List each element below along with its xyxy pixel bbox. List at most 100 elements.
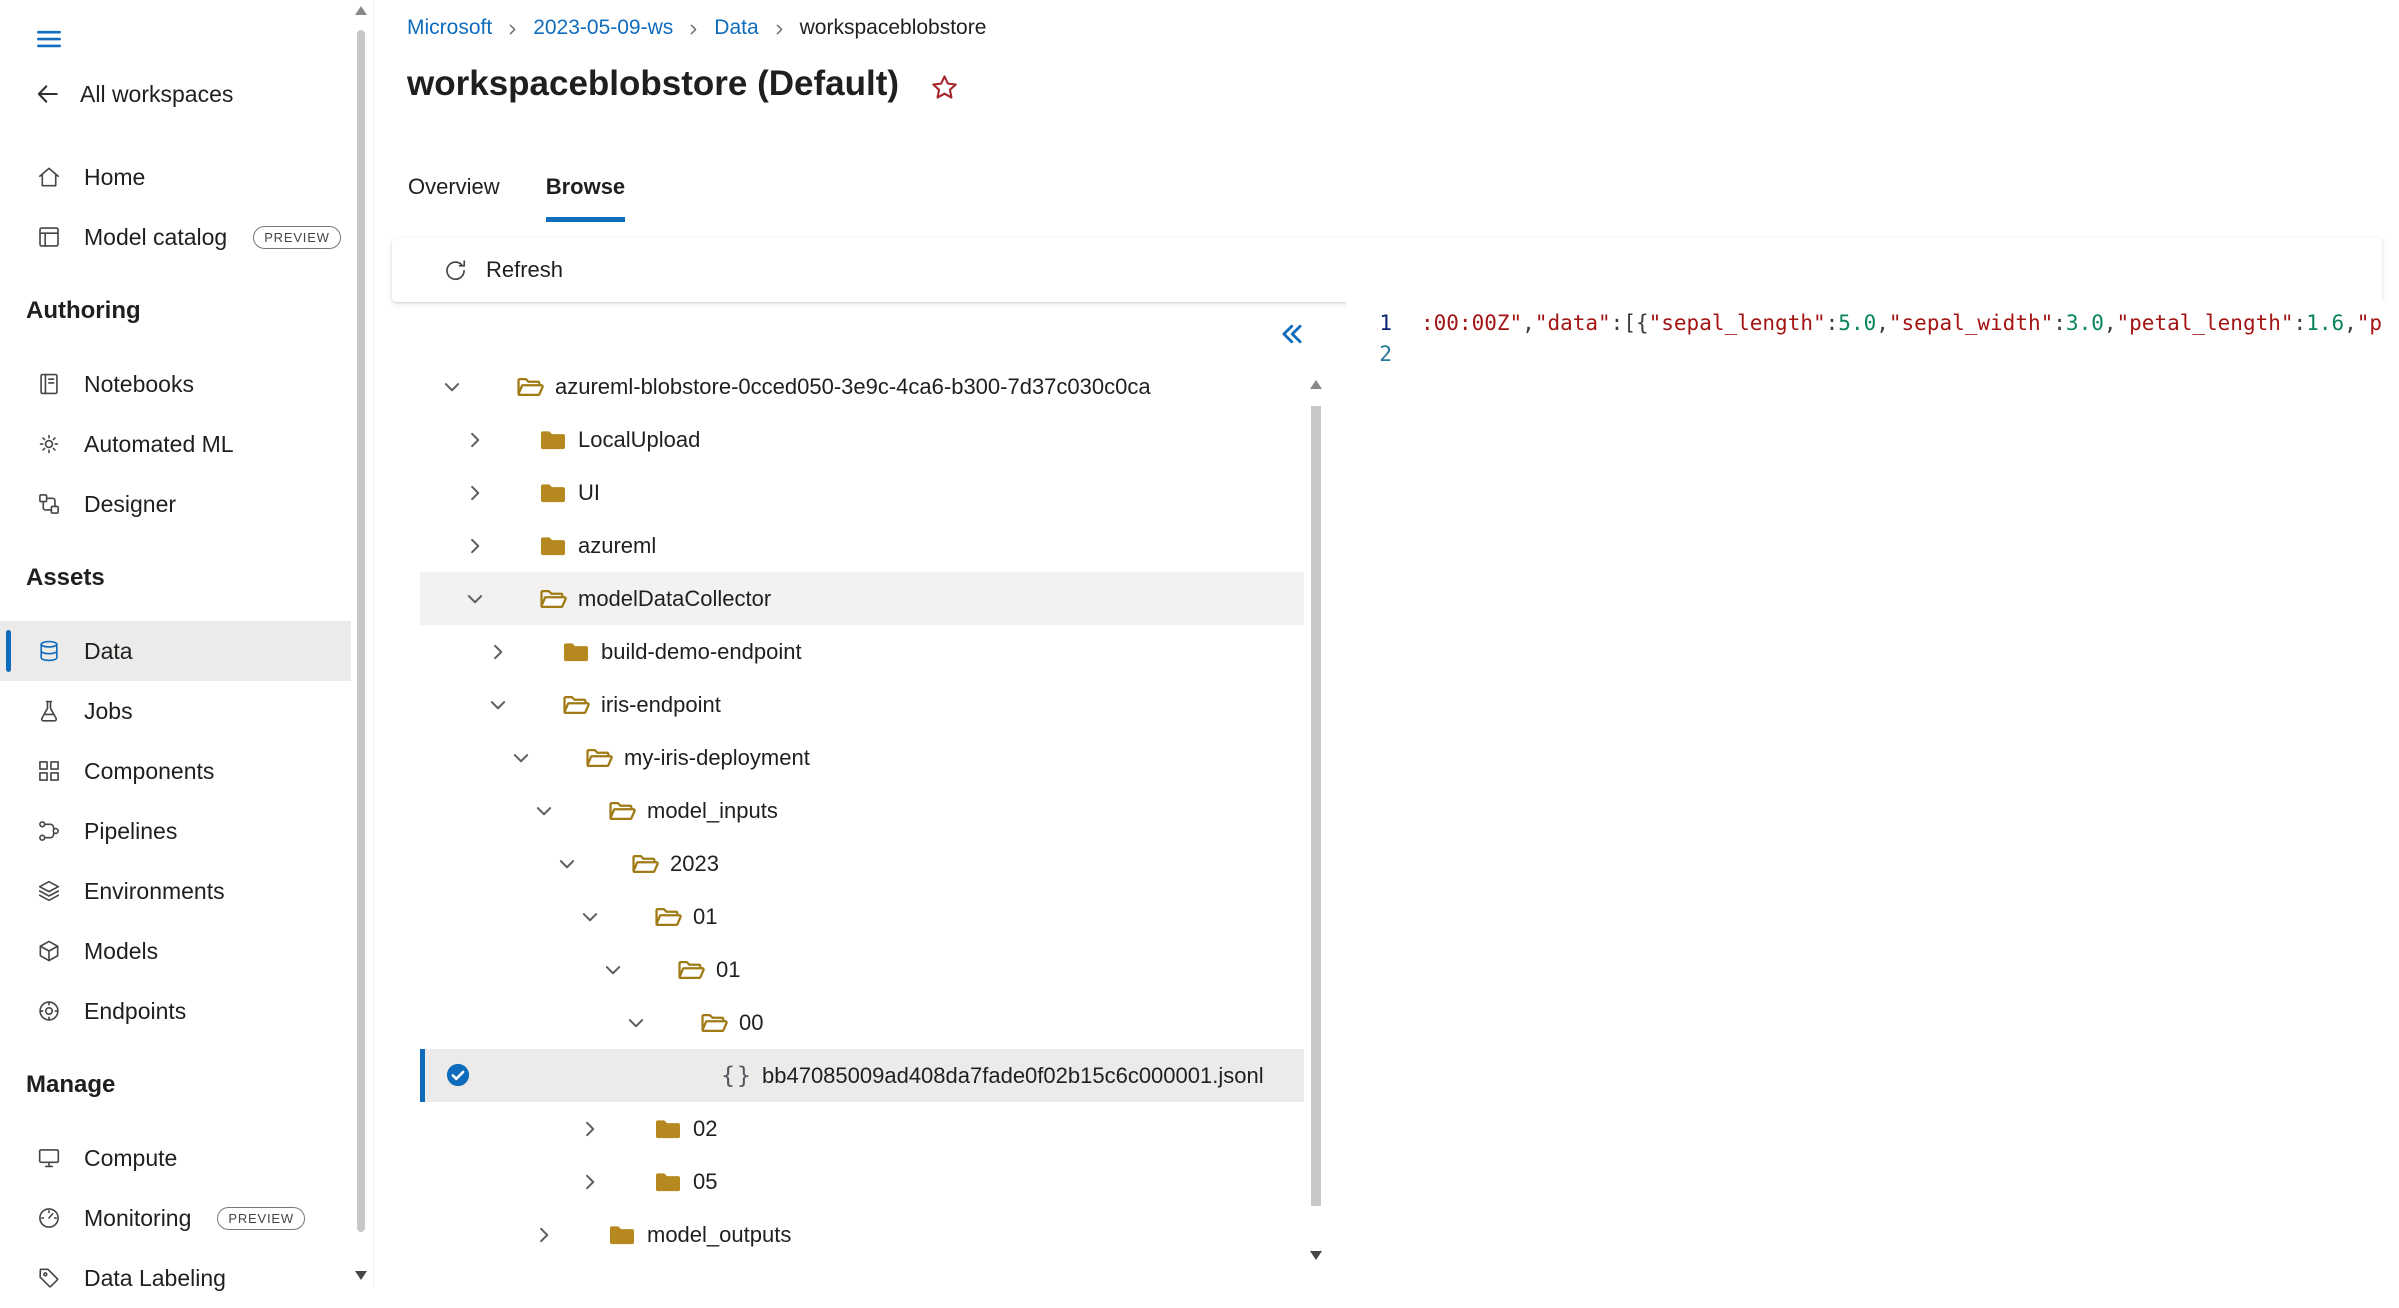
tree-node-2023[interactable]: 2023 bbox=[420, 837, 1304, 890]
components-icon bbox=[36, 758, 62, 784]
folder-icon-slot bbox=[674, 954, 708, 986]
sidebar-item-pipelines[interactable]: Pipelines bbox=[0, 801, 351, 861]
tree-expander[interactable] bbox=[600, 957, 630, 983]
tree-indent bbox=[420, 969, 600, 970]
hamburger-icon bbox=[34, 24, 64, 54]
breadcrumb-item-2023-05-09-ws[interactable]: 2023-05-09-ws bbox=[533, 16, 673, 40]
tree-expander[interactable] bbox=[531, 1222, 561, 1248]
scroll-up-arrow-icon[interactable] bbox=[1310, 380, 1322, 389]
tree-node-modeldatacollector[interactable]: modelDataCollector bbox=[420, 572, 1304, 625]
hamburger-menu-button[interactable] bbox=[34, 24, 64, 54]
sidebar-item-components[interactable]: Components bbox=[0, 741, 351, 801]
sidebar-item-data-labeling[interactable]: Data Labeling bbox=[0, 1248, 351, 1308]
tree-node-label: 01 bbox=[716, 957, 740, 983]
scroll-down-arrow-icon[interactable] bbox=[1310, 1251, 1322, 1260]
scrollbar-thumb[interactable] bbox=[1311, 406, 1321, 1206]
chevron-down-icon bbox=[485, 692, 511, 718]
sidebar-item-environments[interactable]: Environments bbox=[0, 861, 351, 921]
tree-node-label: modelDataCollector bbox=[578, 586, 771, 612]
tree-node-azureml[interactable]: azureml bbox=[420, 519, 1304, 572]
environments-icon bbox=[36, 878, 62, 904]
tree-expander[interactable] bbox=[577, 1116, 607, 1142]
collapse-panel-button[interactable] bbox=[1274, 316, 1310, 352]
tree-node-build-demo-endpoint[interactable]: build-demo-endpoint bbox=[420, 625, 1304, 678]
tree-node-localupload[interactable]: LocalUpload bbox=[420, 413, 1304, 466]
tree-expander[interactable] bbox=[462, 586, 492, 612]
folder-icon bbox=[537, 477, 569, 509]
back-arrow-icon bbox=[34, 80, 62, 108]
data-icon bbox=[36, 638, 62, 664]
tree-indent bbox=[420, 1234, 531, 1235]
tree-node-label: model_outputs bbox=[647, 1222, 791, 1248]
scroll-down-arrow-icon[interactable] bbox=[355, 1271, 367, 1280]
tree-node-model-inputs[interactable]: model_inputs bbox=[420, 784, 1304, 837]
tree-expander[interactable] bbox=[554, 851, 584, 877]
tree-expander[interactable] bbox=[462, 427, 492, 453]
sidebar-item-notebooks[interactable]: Notebooks bbox=[0, 354, 351, 414]
sidebar-item-model-catalog[interactable]: Model catalogPREVIEW bbox=[0, 207, 351, 267]
tree-node-model-outputs[interactable]: model_outputs bbox=[420, 1208, 1304, 1261]
chevron-right-icon bbox=[462, 427, 488, 453]
refresh-button[interactable]: Refresh bbox=[442, 257, 563, 284]
sidebar-item-compute[interactable]: Compute bbox=[0, 1128, 351, 1188]
tree-expander[interactable] bbox=[485, 639, 515, 665]
folder-open-icon bbox=[583, 742, 615, 774]
tree-node-01[interactable]: 01 bbox=[420, 890, 1304, 943]
tree-node-05[interactable]: 05 bbox=[420, 1155, 1304, 1208]
scroll-up-arrow-icon[interactable] bbox=[355, 6, 367, 15]
favorite-star-button[interactable] bbox=[929, 72, 960, 103]
endpoints-icon bbox=[36, 998, 62, 1024]
tree-node-label: build-demo-endpoint bbox=[601, 639, 802, 665]
tree-expander[interactable] bbox=[485, 692, 515, 718]
tree-expander[interactable] bbox=[462, 533, 492, 559]
tree-expander[interactable] bbox=[508, 745, 538, 771]
folder-icon-slot bbox=[559, 636, 593, 668]
tree-node-my-iris-deployment[interactable]: my-iris-deployment bbox=[420, 731, 1304, 784]
tab-browse[interactable]: Browse bbox=[546, 174, 625, 222]
sidebar-item-monitoring[interactable]: MonitoringPREVIEW bbox=[0, 1188, 351, 1248]
tree-node-02[interactable]: 02 bbox=[420, 1102, 1304, 1155]
breadcrumb-item-data[interactable]: Data bbox=[714, 16, 758, 40]
folder-icon-slot bbox=[536, 530, 570, 562]
sidebar-item-data[interactable]: Data bbox=[0, 621, 351, 681]
tree-expander[interactable] bbox=[577, 1169, 607, 1195]
sidebar-scrollbar[interactable] bbox=[354, 2, 368, 1286]
all-workspaces-link[interactable]: All workspaces bbox=[0, 65, 373, 123]
tree-indent bbox=[420, 863, 554, 864]
tree-expander[interactable] bbox=[439, 374, 469, 400]
tree-node-bb47085009ad408da7fade0f02b15c6c000001-jsonl[interactable]: {}bb47085009ad408da7fade0f02b15c6c000001… bbox=[420, 1049, 1304, 1102]
tree-node-iris-endpoint[interactable]: iris-endpoint bbox=[420, 678, 1304, 731]
tree-node-01[interactable]: 01 bbox=[420, 943, 1304, 996]
all-workspaces-label: All workspaces bbox=[80, 81, 233, 108]
sidebar-item-label: Model catalog bbox=[84, 224, 227, 251]
sidebar-item-models[interactable]: Models bbox=[0, 921, 351, 981]
chevron-down-icon bbox=[508, 745, 534, 771]
folder-icon-slot bbox=[536, 424, 570, 456]
sidebar-item-endpoints[interactable]: Endpoints bbox=[0, 981, 351, 1041]
tree-expander[interactable] bbox=[623, 1010, 653, 1036]
scrollbar-thumb[interactable] bbox=[357, 30, 365, 1232]
sidebar-item-automated-ml[interactable]: Automated ML bbox=[0, 414, 351, 474]
sidebar: All workspaces HomeModel catalogPREVIEW A… bbox=[0, 0, 374, 1288]
breadcrumb-item-microsoft[interactable]: Microsoft bbox=[407, 16, 492, 40]
tree-expander[interactable] bbox=[531, 798, 561, 824]
tree-indent bbox=[420, 598, 462, 599]
tree-node-ui[interactable]: UI bbox=[420, 466, 1304, 519]
tab-overview[interactable]: Overview bbox=[408, 174, 500, 222]
tree-expander[interactable] bbox=[462, 480, 492, 506]
sidebar-item-label: Automated ML bbox=[84, 431, 234, 458]
breadcrumb-chevron-icon bbox=[504, 21, 521, 38]
tree-node-00[interactable]: 00 bbox=[420, 996, 1304, 1049]
sidebar-item-designer[interactable]: Designer bbox=[0, 474, 351, 534]
collapse-double-chevron-left-icon bbox=[1274, 316, 1310, 352]
file-icon-slot: {} bbox=[720, 1063, 754, 1089]
tree-scrollbar[interactable] bbox=[1306, 380, 1326, 1260]
sidebar-item-label: Components bbox=[84, 758, 214, 785]
file-tree: azureml-blobstore-0cced050-3e9c-4ca6-b30… bbox=[420, 360, 1304, 1261]
code-token: , bbox=[1876, 311, 1889, 335]
sidebar-item-jobs[interactable]: Jobs bbox=[0, 681, 351, 741]
tree-expander[interactable] bbox=[577, 904, 607, 930]
sidebar-item-label: Designer bbox=[84, 491, 176, 518]
tree-node-azureml-blobstore-0cced050-3e9c-4ca6-b300-7d37c030c0ca[interactable]: azureml-blobstore-0cced050-3e9c-4ca6-b30… bbox=[420, 360, 1304, 413]
sidebar-item-home[interactable]: Home bbox=[0, 147, 351, 207]
